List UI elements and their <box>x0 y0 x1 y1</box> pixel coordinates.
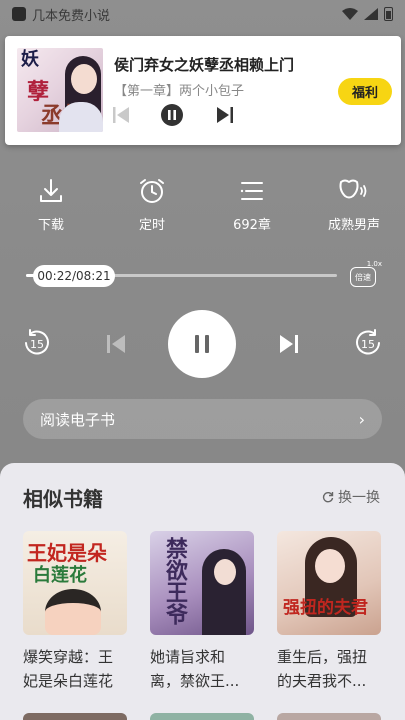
rewind-15-icon[interactable]: 15 <box>22 328 52 358</box>
rewind-15-label: 15 <box>30 338 44 351</box>
book-cover-peek <box>23 713 127 720</box>
wifi-icon <box>342 8 358 20</box>
download-icon <box>40 179 62 202</box>
signal-icon <box>364 8 378 20</box>
chapter-list-icon <box>240 182 263 200</box>
status-bar: 几本免费小说 <box>0 0 405 28</box>
battery-icon <box>384 7 393 21</box>
chapters-button[interactable]: 692章 <box>217 176 287 233</box>
notification-chapter: 【第一章】两个小包子 <box>114 84 245 99</box>
previous-chapter-icon[interactable] <box>106 333 126 355</box>
play-pause-button[interactable] <box>168 310 236 378</box>
pause-icon <box>195 335 209 353</box>
chevron-right-icon: › <box>358 409 365 429</box>
book-cover: 强扭的夫君 <box>277 531 381 635</box>
notification-title: 侯门弃女之妖孽丞相赖上门 <box>114 56 295 74</box>
book-card[interactable]: 王妃是朵 白莲花 爆笑穿越：王妃是朵白莲花 <box>23 531 127 693</box>
book-title: 重生后，强扭的夫君我不... <box>277 648 368 690</box>
download-label: 下载 <box>37 218 64 233</box>
book-title: 她请旨求和离，禁欲王... <box>150 648 240 690</box>
chapters-label: 692章 <box>233 218 271 233</box>
book-cover-peek <box>150 713 254 720</box>
speed-value: 1.0x <box>366 260 382 268</box>
similar-books-title: 相似书籍 <box>23 487 103 511</box>
refresh-label: 换一换 <box>338 490 380 506</box>
book-cover: 禁欲王爷 <box>150 531 254 635</box>
similar-books-panel: 相似书籍 换一换 王妃是朵 白莲花 爆笑穿越：王妃是朵白莲花 禁欲王爷 她请旨求… <box>0 463 405 720</box>
status-icons <box>342 7 393 21</box>
speed-label: 倍速 <box>350 267 376 287</box>
book-title: 爆笑穿越：王妃是朵白莲花 <box>23 648 114 690</box>
progress-time[interactable]: 00:22/08:21 <box>33 265 115 287</box>
book-card[interactable]: 强扭的夫君 重生后，强扭的夫君我不... <box>277 531 381 693</box>
next-chapter-icon[interactable] <box>279 333 299 355</box>
status-app-name: 几本免费小说 <box>32 8 111 24</box>
timer-button[interactable]: 定时 <box>117 176 187 233</box>
speed-button[interactable]: 倍速 1.0x <box>350 260 382 288</box>
forward-15-label: 15 <box>361 338 375 351</box>
book-cover-peek <box>277 713 381 720</box>
next-icon[interactable] <box>216 104 234 126</box>
read-ebook-label: 阅读电子书 <box>40 410 116 429</box>
welfare-button[interactable]: 福利 <box>338 78 392 105</box>
alarm-clock-icon <box>140 179 164 203</box>
previous-icon[interactable] <box>112 104 130 126</box>
read-ebook-button[interactable]: 阅读电子书 › <box>23 399 382 439</box>
action-row: 下载 定时 692章 成熟男声 <box>0 176 405 236</box>
download-button[interactable]: 下载 <box>16 176 86 233</box>
voice-icon <box>339 179 367 199</box>
refresh-button[interactable]: 换一换 <box>322 487 380 507</box>
book-cover: 王妃是朵 白莲花 <box>23 531 127 635</box>
pause-icon[interactable] <box>160 103 184 127</box>
timer-label: 定时 <box>138 218 165 233</box>
forward-15-icon[interactable]: 15 <box>353 328 383 358</box>
book-card[interactable]: 禁欲王爷 她请旨求和离，禁欲王... <box>150 531 254 693</box>
app-icon <box>12 7 26 21</box>
voice-label: 成熟男声 <box>327 218 380 233</box>
refresh-icon <box>322 492 334 503</box>
media-notification[interactable]: 妖 孽 丞相 侯门弃女之妖孽丞相赖上门 【第一章】两个小包子 福利 <box>5 36 401 145</box>
book-cover: 妖 孽 丞相 <box>17 48 103 132</box>
voice-button[interactable]: 成熟男声 <box>319 176 389 233</box>
